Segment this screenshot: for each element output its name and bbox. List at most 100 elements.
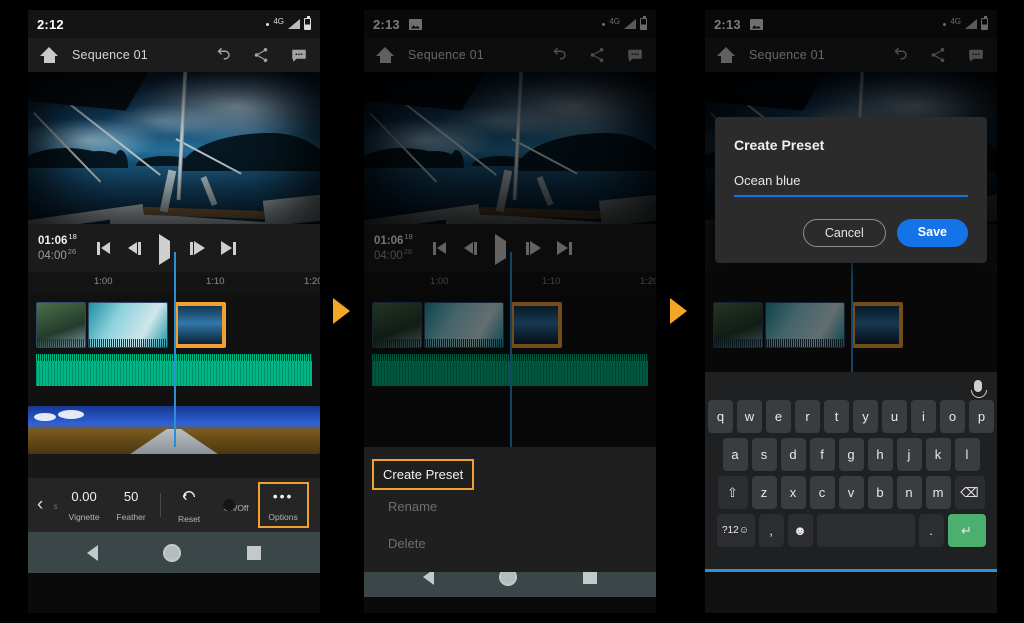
key-c[interactable]: c [809,476,835,509]
nav-home-button[interactable] [163,543,182,562]
timeline-clip-selected[interactable] [174,302,226,348]
vignette-label: Vignette [68,512,100,522]
menu-item-create-preset[interactable]: Create Preset [371,459,475,490]
key-e[interactable]: e [766,400,791,433]
toolbar-back-chevron[interactable]: ‹ [32,494,50,516]
key-w[interactable]: w [737,400,762,433]
key-q[interactable]: q [708,400,733,433]
signal-icon [288,19,300,29]
video-preview[interactable] [28,72,320,224]
skip-to-end-button[interactable] [220,241,237,255]
key-o[interactable]: o [940,400,965,433]
key-g[interactable]: g [838,438,864,471]
timeline-clip[interactable] [36,302,86,348]
preset-item[interactable]: SL Gold [28,406,320,454]
comment-icon[interactable] [290,46,308,64]
comma-key[interactable]: , [758,514,784,547]
nav-back-button[interactable] [86,544,98,561]
toolbar-item-options[interactable]: ••• Options [257,482,309,528]
flow-arrow-1 [333,298,350,324]
key-z[interactable]: z [751,476,777,509]
mic-icon[interactable] [971,380,987,398]
android-navbar [28,532,320,573]
preview-plank [159,169,177,213]
key-y[interactable]: y [853,400,878,433]
feather-label: Feather [116,512,146,522]
toolbar-item-vignette[interactable]: 0.00 Vignette [61,484,108,526]
key-v[interactable]: v [838,476,864,509]
vignette-value: 0.00 [71,489,97,504]
total-timecode: 04:0026 [38,247,77,262]
status-bar: 2:12 4G [28,10,320,38]
playhead[interactable] [174,252,176,447]
panel-1-phone: 2:12 4G Sequence 01 01:0618 04:0026 1:00… [28,10,320,613]
toolbar-item-reset[interactable]: Reset [166,483,213,528]
key-s[interactable]: s [751,438,777,471]
preset-name-input[interactable]: Ocean blue [734,173,968,197]
playback-buttons [96,234,237,265]
key-d[interactable]: d [780,438,806,471]
enter-key[interactable]: ↵ [947,514,986,547]
create-preset-dialog: Create Preset Ocean blue Cancel Save [715,117,987,263]
save-button[interactable]: Save [896,219,968,247]
cancel-button[interactable]: Cancel [802,219,886,247]
reset-icon [183,490,196,500]
undo-icon[interactable] [214,46,232,64]
status-indicators: 4G [266,16,311,30]
menu-item-rename[interactable]: Rename [374,488,656,525]
toolbar-divider [159,493,161,517]
toolbar-item-onoff[interactable]: On/Off [213,493,260,517]
toolbar-item-feather[interactable]: 50 Feather [108,484,155,526]
key-b[interactable]: b [867,476,893,509]
dialog-buttons: Cancel Save [734,219,968,247]
app-header: Sequence 01 [28,38,320,72]
key-r[interactable]: r [795,400,820,433]
period-key[interactable]: . [918,514,944,547]
key-m[interactable]: m [925,476,951,509]
dialog-title: Create Preset [734,137,825,153]
keyboard-toolbar [708,372,994,400]
step-forward-button[interactable] [189,241,206,255]
toolbar-item-partial[interactable]: s [50,492,60,518]
emoji-key[interactable]: ☻ [787,514,813,547]
key-u[interactable]: u [882,400,907,433]
feather-value: 50 [123,489,139,504]
keyboard-row-3: ⇧ z x c v b n m ⌫ [708,476,994,509]
home-icon[interactable] [40,47,58,63]
current-timecode: 01:0618 [38,231,77,247]
preview-plank [200,175,218,207]
step-back-button[interactable] [127,241,144,255]
key-n[interactable]: n [896,476,922,509]
battery-icon [304,16,311,30]
status-time: 2:12 [37,16,64,32]
key-h[interactable]: h [867,438,893,471]
shift-key[interactable]: ⇧ [717,476,748,509]
key-f[interactable]: f [809,438,835,471]
share-icon[interactable] [252,46,270,64]
key-l[interactable]: l [954,438,980,471]
symbols-key[interactable]: ?12☺ [716,514,755,547]
backspace-key[interactable]: ⌫ [954,476,985,509]
key-a[interactable]: a [722,438,748,471]
key-t[interactable]: t [824,400,849,433]
ruler-tick: 1:00 [94,276,113,287]
panel-2-phone: 2:13 4G Sequence 01 [364,10,656,613]
ruler-tick: 1:20 [304,276,320,287]
key-j[interactable]: j [896,438,922,471]
space-key[interactable] [816,514,915,547]
skip-to-start-button[interactable] [96,241,113,255]
page-title: Sequence 01 [72,48,148,62]
nav-recents-button[interactable] [247,545,262,560]
flow-arrow-2 [670,298,687,324]
network-type-label: 4G [273,16,284,26]
timeline-clip[interactable] [88,302,168,348]
options-label: Options [268,512,298,522]
key-p[interactable]: p [969,400,994,433]
menu-item-delete[interactable]: Delete [374,525,656,562]
key-i[interactable]: i [911,400,936,433]
key-k[interactable]: k [925,438,951,471]
key-x[interactable]: x [780,476,806,509]
preset-options-menu: Create Preset Rename Delete [364,447,656,572]
play-button[interactable] [158,234,175,265]
preview-plank [262,191,320,224]
